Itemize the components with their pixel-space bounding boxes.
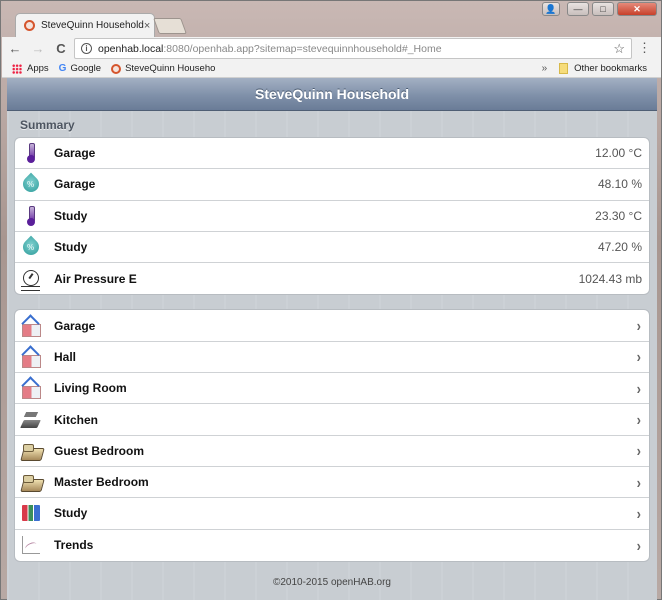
url-path: :8080/openhab.app?sitemap=stevequinnhous…	[163, 42, 442, 55]
bookmark-stevequinn-label: SteveQuinn Househo	[125, 63, 216, 74]
item-label: Study	[54, 208, 88, 223]
other-bookmarks[interactable]: Other bookmarks	[559, 63, 647, 74]
humidity-icon	[20, 236, 42, 258]
chevron-right-icon: ›	[636, 473, 641, 492]
item-value: 23.30 °C	[595, 208, 642, 223]
trend-chart-icon	[20, 534, 42, 556]
item-value: 12.00 °C	[595, 146, 642, 161]
item-label: Study	[54, 240, 88, 255]
item-label: Garage	[54, 177, 96, 192]
chevron-right-icon: ›	[636, 504, 641, 523]
kitchen-icon	[20, 409, 42, 431]
google-icon: G	[58, 63, 67, 74]
summary-row-study-humidity: Study 47.20 %	[15, 232, 649, 264]
bookmark-apps-label: Apps	[27, 63, 49, 74]
browser-window: SteveQuinn Household × 👤 — □ ✕ ← → C i o…	[0, 0, 662, 600]
minimize-button[interactable]: —	[567, 2, 589, 16]
tab-close-icon[interactable]: ×	[144, 20, 150, 32]
bookmarks-bar: Apps G Google SteveQuinn Househo » Other…	[2, 60, 661, 78]
forward-button[interactable]: →	[28, 41, 48, 56]
summary-list: Garage 12.00 °C Garage 48.10 % Study 23.…	[14, 137, 650, 296]
bookmark-stevequinn[interactable]: SteveQuinn Househo	[111, 63, 215, 74]
apps-grid-icon	[12, 63, 22, 74]
chevron-right-icon: ›	[636, 347, 641, 366]
room-label: Living Room	[54, 381, 127, 396]
tab-title: SteveQuinn Household	[41, 20, 144, 31]
chevron-right-icon: ›	[636, 316, 641, 335]
openhab-favicon-icon	[111, 63, 122, 74]
summary-section-label: Summary	[20, 118, 75, 132]
chevron-right-icon: ›	[636, 441, 641, 460]
humidity-icon	[20, 173, 42, 195]
window-controls: 👤 — □ ✕	[542, 2, 657, 16]
house-icon	[20, 315, 42, 337]
other-bookmarks-label: Other bookmarks	[574, 63, 647, 74]
house-icon	[20, 377, 42, 400]
room-link-garage[interactable]: Garage ›	[15, 310, 649, 342]
rooms-list: Garage › Hall › Living Room › Kitchen › …	[14, 309, 650, 562]
summary-row-garage-temperature: Garage 12.00 °C	[15, 138, 649, 170]
bed-icon	[20, 471, 42, 493]
thermometer-icon	[20, 205, 42, 227]
pressure-gauge-icon	[20, 268, 42, 291]
back-button[interactable]: ←	[5, 41, 25, 56]
summary-row-study-temperature: Study 23.30 °C	[15, 201, 649, 232]
room-label: Guest Bedroom	[54, 443, 145, 458]
room-link-guest-bedroom[interactable]: Guest Bedroom ›	[15, 436, 649, 467]
new-tab-button[interactable]	[153, 18, 187, 34]
summary-row-air-pressure: Air Pressure E 1024.43 mb	[15, 263, 649, 294]
openhab-favicon-icon	[24, 20, 35, 31]
item-label: Air Pressure E	[54, 271, 137, 286]
folder-icon	[559, 63, 569, 74]
openhab-page: SteveQuinn Household Summary Garage 12.0…	[7, 78, 657, 600]
item-label: Garage	[54, 146, 96, 161]
room-link-living-room[interactable]: Living Room ›	[15, 373, 649, 405]
browser-tab[interactable]: SteveQuinn Household ×	[15, 13, 155, 37]
address-bar[interactable]: i openhab.local :8080/openhab.app?sitema…	[74, 38, 632, 59]
room-link-trends[interactable]: Trends ›	[15, 530, 649, 561]
bookmarks-overflow-button[interactable]: »	[542, 63, 548, 74]
page-title: SteveQuinn Household	[254, 86, 409, 102]
room-link-study[interactable]: Study ›	[15, 498, 649, 530]
room-link-hall[interactable]: Hall ›	[15, 342, 649, 374]
room-label: Trends	[54, 538, 94, 553]
user-profile-button[interactable]: 👤	[542, 2, 560, 16]
house-icon	[20, 346, 42, 368]
item-value: 48.10 %	[597, 177, 642, 192]
room-label: Garage	[54, 318, 96, 333]
room-label: Study	[54, 506, 88, 521]
browser-toolbar: ← → C i openhab.local :8080/openhab.app?…	[2, 37, 661, 60]
chevron-right-icon: ›	[636, 536, 641, 555]
chevron-right-icon: ›	[636, 410, 641, 429]
room-label: Kitchen	[54, 412, 99, 427]
info-icon[interactable]: i	[81, 43, 92, 54]
room-link-kitchen[interactable]: Kitchen ›	[15, 404, 649, 436]
reload-button[interactable]: C	[51, 41, 71, 56]
bookmark-star-icon[interactable]: ☆	[613, 41, 625, 57]
url-host: openhab.local	[98, 42, 164, 55]
room-link-master-bedroom[interactable]: Master Bedroom ›	[15, 467, 649, 499]
bookmark-google-label: Google	[70, 63, 102, 74]
thermometer-icon	[20, 142, 42, 164]
browser-menu-icon[interactable]: ⋮	[638, 41, 651, 54]
page-header: SteveQuinn Household	[7, 78, 657, 111]
maximize-button[interactable]: □	[592, 2, 614, 16]
item-value: 1024.43 mb	[578, 271, 642, 286]
room-label: Master Bedroom	[54, 475, 149, 490]
chevron-right-icon: ›	[636, 379, 641, 398]
footer-copyright: ©2010-2015 openHAB.org	[272, 576, 391, 588]
room-label: Hall	[54, 349, 77, 364]
close-window-button[interactable]: ✕	[617, 2, 657, 16]
item-value: 47.20 %	[597, 240, 642, 255]
bookmark-apps[interactable]: Apps	[12, 63, 49, 74]
summary-row-garage-humidity: Garage 48.10 %	[15, 169, 649, 201]
title-bar: SteveQuinn Household × 👤 — □ ✕	[1, 1, 661, 37]
books-icon	[20, 502, 42, 524]
bookmark-google[interactable]: G Google	[59, 63, 101, 74]
bed-icon	[20, 440, 42, 462]
